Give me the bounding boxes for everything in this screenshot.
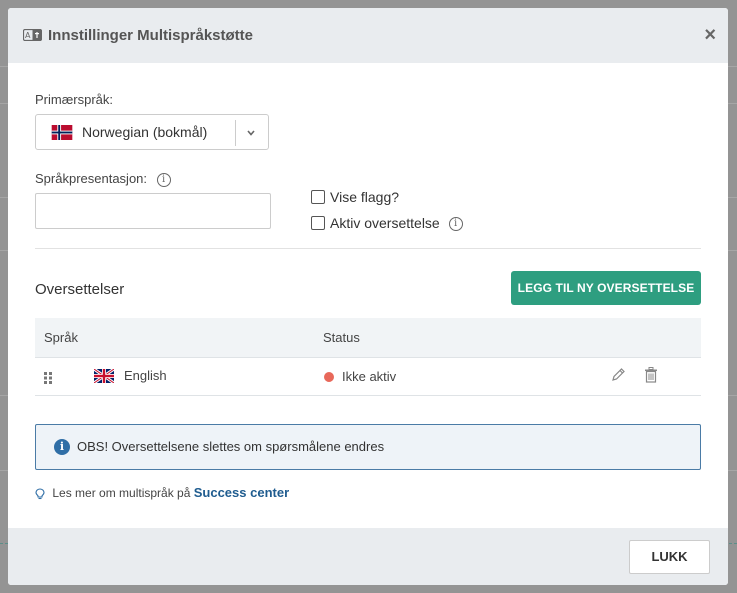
select-separator	[235, 120, 236, 146]
active-translation-label-wrap: Aktiv oversettelse i	[330, 215, 463, 232]
success-center-link[interactable]: Success center	[194, 485, 289, 500]
close-icon[interactable]: ×	[704, 25, 716, 45]
table-header: Språk Status	[35, 318, 701, 358]
translate-icon: A	[23, 29, 42, 41]
presentation-label-text: Språkpresentasjon:	[35, 171, 148, 186]
drag-handle-icon[interactable]	[44, 372, 52, 384]
settings-modal: A Innstillinger Multispråkstøtte × Primæ…	[8, 8, 728, 585]
table-row: English Ikke aktiv	[35, 358, 701, 396]
svg-text:A: A	[25, 31, 31, 40]
uk-flag-icon	[94, 369, 114, 383]
norway-flag-icon	[51, 125, 73, 140]
primary-language-label: Primærspråk:	[35, 92, 114, 107]
row-status: Ikke aktiv	[342, 369, 397, 384]
translations-title: Oversettelser	[35, 281, 125, 298]
column-status: Status	[323, 330, 360, 345]
section-divider	[35, 248, 701, 249]
selected-language: Norwegian (bokmål)	[82, 124, 208, 140]
lightbulb-icon	[35, 488, 45, 499]
info-circle-icon: i	[54, 439, 70, 455]
modal-title: Innstillinger Multispråkstøtte	[48, 27, 254, 44]
add-translation-button[interactable]: LEGG TIL NY OVERSETTELSE	[511, 271, 701, 305]
presentation-input[interactable]	[35, 193, 271, 229]
info-icon[interactable]: i	[156, 172, 171, 187]
column-language: Språk	[44, 330, 78, 345]
warning-alert: i OBS! Oversettelsene slettes om spørsmå…	[35, 424, 701, 470]
close-button[interactable]: LUKK	[629, 540, 710, 574]
primary-language-select[interactable]: Norwegian (bokmål)	[35, 114, 269, 150]
pencil-icon[interactable]	[610, 367, 626, 383]
help-prefix: Les mer om multispråk på	[52, 486, 191, 500]
show-flag-label: Vise flagg?	[330, 189, 400, 205]
active-translation-label: Aktiv oversettelse	[330, 215, 440, 231]
info-icon[interactable]: i	[448, 217, 463, 232]
modal-footer: LUKK	[8, 528, 728, 585]
modal-header: A Innstillinger Multispråkstøtte ×	[8, 8, 728, 63]
status-dot	[324, 372, 334, 382]
show-flag-checkbox[interactable]	[311, 190, 325, 204]
chevron-down-icon[interactable]	[246, 128, 256, 138]
row-language: English	[124, 368, 167, 383]
active-translation-checkbox[interactable]	[311, 216, 325, 230]
help-text: Les mer om multispråk på Success center	[35, 485, 289, 500]
background-logo	[312, 584, 326, 593]
trash-icon[interactable]	[644, 367, 658, 383]
alert-text: OBS! Oversettelsene slettes om spørsmåle…	[77, 439, 385, 454]
presentation-label: Språkpresentasjon: i	[35, 171, 171, 187]
